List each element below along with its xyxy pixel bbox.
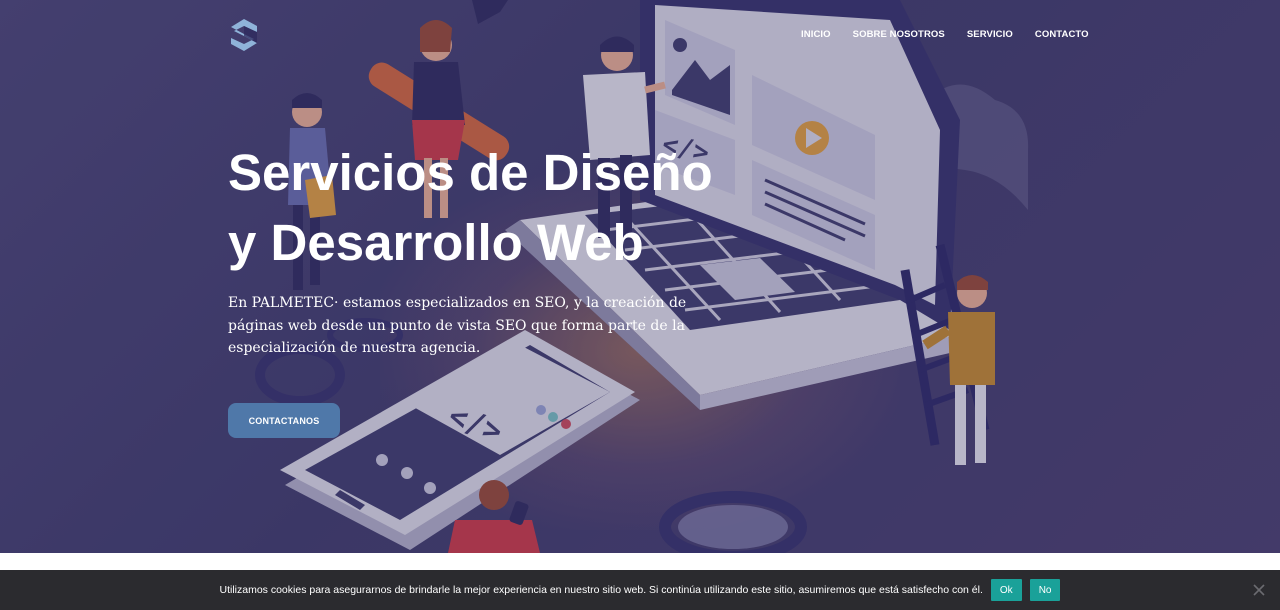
hero-title-line-1: Servicios de Diseño — [228, 144, 713, 201]
cookie-reject-button[interactable]: No — [1029, 579, 1061, 601]
nav-item-sobre-nosotros[interactable]: SOBRE NOSOTROS — [853, 29, 945, 40]
close-icon[interactable] — [1252, 583, 1266, 597]
cookie-notice-text: Utilizamos cookies para asegurarnos de b… — [219, 584, 983, 596]
hero-section: </> </> INICIO SOBRE NOSOTROS SERVICIO C… — [0, 0, 1280, 553]
nav-item-inicio[interactable]: INICIO — [801, 29, 831, 40]
cookie-accept-button[interactable]: Ok — [990, 579, 1022, 601]
hero-title: Servicios de Diseño y Desarrollo Web — [228, 138, 828, 278]
nav-item-contacto[interactable]: CONTACTO — [1035, 29, 1089, 40]
palmetec-logo-icon[interactable] — [226, 16, 262, 54]
main-nav: INICIO SOBRE NOSOTROS SERVICIO CONTACTO — [801, 29, 1089, 40]
contact-button[interactable]: CONTACTANOS — [228, 403, 340, 438]
hero-title-line-2: y Desarrollo Web — [228, 214, 644, 271]
nav-item-servicio[interactable]: SERVICIO — [967, 29, 1013, 40]
hero-description: En PALMETEC· estamos especializados en S… — [228, 295, 687, 356]
cookie-notice-bar: Utilizamos cookies para asegurarnos de b… — [0, 570, 1280, 610]
